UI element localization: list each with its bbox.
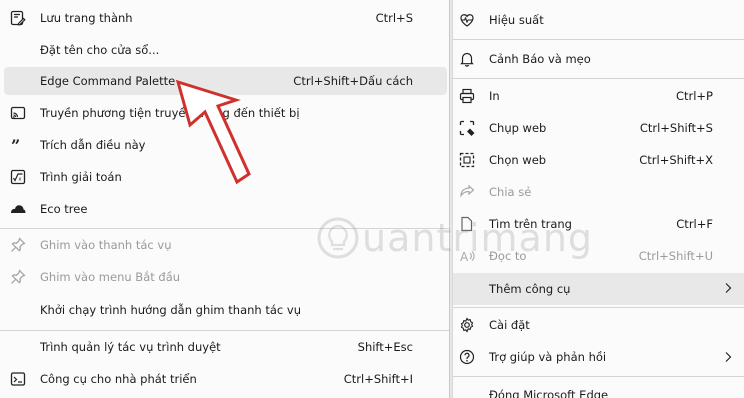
- menu-item-close-edge[interactable]: Đóng Microsoft Edge: [453, 380, 744, 398]
- printer-icon: [459, 88, 475, 104]
- menu-item-label: In: [489, 89, 500, 103]
- menu-item-cast-media[interactable]: Truyền phương tiện truyền thông đến thiế…: [4, 98, 447, 128]
- menu-item-label: Tìm trên trang: [489, 217, 572, 231]
- chevron-right-icon: [721, 281, 735, 295]
- menu-item-label: Edge Command Palette: [40, 74, 176, 88]
- menu-item-find-on-page[interactable]: Tìm trên trang Ctrl+F: [453, 209, 744, 239]
- menu-item-read-aloud: A Đọc to Ctrl+Shift+U: [453, 241, 744, 271]
- read-aloud-icon: A: [459, 248, 475, 264]
- menu-separator: [453, 307, 744, 308]
- menu-item-shortcut: Ctrl+S: [375, 11, 413, 25]
- menu-item-shortcut: Ctrl+Shift+X: [639, 153, 713, 167]
- svg-text:”: ”: [11, 137, 20, 153]
- menu-item-label: Trình quản lý tác vụ trình duyệt: [40, 340, 221, 354]
- gear-icon: [459, 317, 475, 333]
- menu-item-label: Ghim vào menu Bắt đầu: [40, 270, 181, 284]
- menu-item-label: Thêm công cụ: [489, 282, 571, 296]
- menu-item-label: Chụp web: [489, 121, 547, 135]
- menu-item-more-tools[interactable]: Thêm công cụ: [453, 273, 744, 305]
- menu-item-label: Công cụ cho nhà phát triển: [40, 372, 197, 386]
- menu-item-name-window[interactable]: Đặt tên cho cửa sổ...: [4, 35, 447, 65]
- menu-item-browser-task-manager[interactable]: Trình quản lý tác vụ trình duyệt Shift+E…: [4, 332, 447, 362]
- menu-item-label: Đặt tên cho cửa sổ...: [40, 43, 160, 57]
- menu-item-pin-to-start: Ghim vào menu Bắt đầu: [4, 262, 447, 292]
- performance-heart-icon: [459, 12, 475, 28]
- menu-item-shortcut: Ctrl+F: [676, 217, 713, 231]
- menu-separator: [453, 78, 744, 79]
- quote-icon: ”: [10, 137, 26, 153]
- menu-item-help-feedback[interactable]: Trợ giúp và phản hồi: [453, 342, 744, 372]
- menu-item-label: Cài đặt: [489, 318, 530, 332]
- menu-item-label: Cảnh Báo và mẹo: [489, 52, 591, 66]
- menu-separator: [453, 376, 744, 377]
- menu-item-performance[interactable]: Hiệu suất: [453, 5, 744, 35]
- menu-item-shortcut: Ctrl+P: [675, 89, 713, 103]
- math-solver-icon: x: [10, 169, 26, 185]
- menu-separator: [0, 330, 449, 331]
- save-page-icon: [10, 10, 26, 26]
- menu-item-alerts-tips[interactable]: Cảnh Báo và mẹo: [453, 44, 744, 74]
- menu-item-web-capture[interactable]: Chụp web Ctrl+Shift+S: [453, 113, 744, 143]
- svg-text:A: A: [460, 250, 469, 264]
- web-select-icon: [459, 152, 475, 168]
- menu-item-label: Trích dẫn điều này: [40, 138, 146, 152]
- chevron-right-icon: [721, 350, 735, 364]
- bell-icon: [459, 51, 475, 67]
- menu-item-label: Lưu trang thành: [40, 11, 133, 25]
- more-tools-submenu: Lưu trang thành Ctrl+S Đặt tên cho cửa s…: [0, 0, 450, 398]
- menu-item-developer-tools[interactable]: Công cụ cho nhà phát triển Ctrl+Shift+I: [4, 364, 447, 394]
- menu-item-cite-this[interactable]: ” Trích dẫn điều này: [4, 130, 447, 160]
- menu-item-print[interactable]: In Ctrl+P: [453, 81, 744, 111]
- menu-item-label: Khởi chạy trình hướng dẫn ghim thanh tác…: [40, 303, 301, 317]
- menu-item-label: Truyền phương tiện truyền thông đến thiế…: [40, 106, 300, 120]
- menu-item-share: Chia sẻ: [453, 177, 744, 207]
- svg-text:x: x: [19, 177, 22, 183]
- developer-tools-icon: [10, 371, 26, 387]
- menu-item-label: Ghim vào thanh tác vụ: [40, 238, 172, 252]
- web-capture-icon: [459, 120, 475, 136]
- menu-item-settings[interactable]: Cài đặt: [453, 310, 744, 340]
- menu-item-shortcut: Shift+Esc: [357, 340, 413, 354]
- menu-separator: [453, 39, 744, 40]
- menu-separator: [0, 228, 449, 229]
- menu-item-math-solver[interactable]: x Trình giải toán: [4, 162, 447, 192]
- pin-icon: [10, 269, 26, 285]
- menu-item-label: Đọc to: [489, 249, 527, 263]
- menu-item-eco-tree[interactable]: Eco tree: [4, 194, 447, 224]
- menu-item-shortcut: Ctrl+Shift+I: [343, 372, 413, 386]
- menu-item-label: Đóng Microsoft Edge: [489, 388, 609, 398]
- menu-item-label: Chọn web: [489, 153, 547, 167]
- menu-item-label: Chia sẻ: [489, 185, 532, 199]
- find-on-page-icon: [459, 216, 475, 232]
- menu-item-label: Eco tree: [40, 202, 88, 216]
- menu-item-label: Hiệu suất: [489, 13, 544, 27]
- menu-item-shortcut: Ctrl+Shift+Dấu cách: [293, 74, 413, 88]
- menu-item-label: Trợ giúp và phản hồi: [489, 350, 607, 364]
- menu-item-shortcut: Ctrl+Shift+S: [639, 121, 713, 135]
- share-icon: [459, 184, 475, 200]
- edge-settings-menu: Hiệu suất Cảnh Báo và mẹo In Ctrl+P Chụp…: [452, 0, 744, 398]
- menu-item-pin-to-taskbar: Ghim vào thanh tác vụ: [4, 230, 447, 260]
- help-icon: [459, 349, 475, 365]
- menu-item-shortcut: Ctrl+Shift+U: [638, 249, 713, 263]
- menu-item-label: Trình giải toán: [40, 170, 122, 184]
- cast-media-icon: [10, 105, 26, 121]
- eco-tree-icon: [10, 201, 26, 217]
- menu-item-taskbar-pin-wizard[interactable]: Khởi chạy trình hướng dẫn ghim thanh tác…: [4, 295, 447, 325]
- menu-item-edge-command-palette[interactable]: Edge Command Palette Ctrl+Shift+Dấu cách: [4, 67, 447, 95]
- pin-icon: [10, 237, 26, 253]
- menu-item-web-select[interactable]: Chọn web Ctrl+Shift+X: [453, 145, 744, 175]
- menu-item-save-page-as[interactable]: Lưu trang thành Ctrl+S: [4, 3, 447, 33]
